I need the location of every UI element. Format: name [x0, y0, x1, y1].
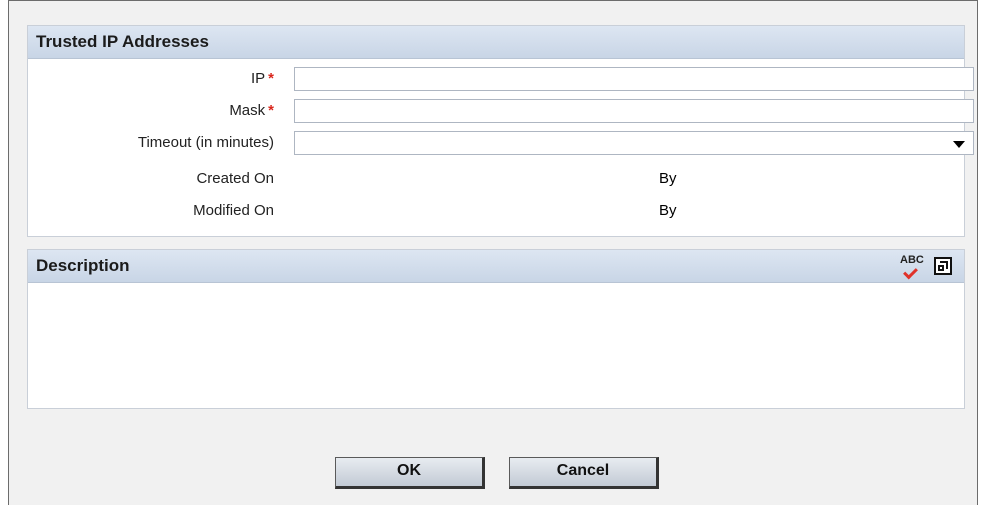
mask-row: Mask *	[28, 98, 974, 124]
expand-small-box	[938, 265, 944, 271]
modified-on-row: Modified On By	[28, 198, 964, 224]
mask-label: Mask *	[229, 102, 274, 119]
ok-button[interactable]: OK	[335, 457, 485, 489]
description-header: Description ABC	[28, 250, 964, 283]
checkmark-icon	[903, 264, 918, 280]
timeout-select[interactable]	[294, 131, 974, 155]
ip-label: IP *	[250, 70, 274, 87]
timeout-row: Timeout (in minutes)	[28, 130, 974, 156]
modified-on-label: Modified On	[193, 202, 274, 219]
modified-by-label: By	[659, 202, 677, 219]
created-on-row: Created On By	[28, 166, 964, 192]
chevron-down-icon[interactable]	[953, 141, 965, 148]
ip-row: IP *	[28, 66, 974, 92]
expand-box	[934, 257, 952, 275]
created-on-label: Created On	[196, 170, 274, 187]
trusted-ip-panel: Trusted IP Addresses IP * Mask * Timeout (…	[27, 25, 974, 237]
created-by-label: By	[659, 170, 677, 187]
description-panel: Description ABC	[27, 249, 965, 409]
dialog-frame: Trusted IP Addresses IP * Mask * Timeout (…	[8, 0, 978, 505]
spellcheck-icon[interactable]: ABC	[898, 254, 924, 280]
description-textarea[interactable]	[28, 283, 964, 409]
required-marker: *	[268, 102, 274, 119]
mask-input[interactable]	[294, 99, 974, 123]
ip-input[interactable]	[294, 67, 974, 91]
required-marker: *	[268, 70, 274, 87]
trusted-ip-header: Trusted IP Addresses	[28, 26, 964, 59]
expand-icon[interactable]	[932, 255, 958, 279]
cancel-button[interactable]: Cancel	[509, 457, 659, 489]
description-title: Description	[36, 256, 130, 275]
description-tools: ABC	[898, 254, 958, 280]
timeout-label: Timeout (in minutes)	[137, 134, 274, 151]
